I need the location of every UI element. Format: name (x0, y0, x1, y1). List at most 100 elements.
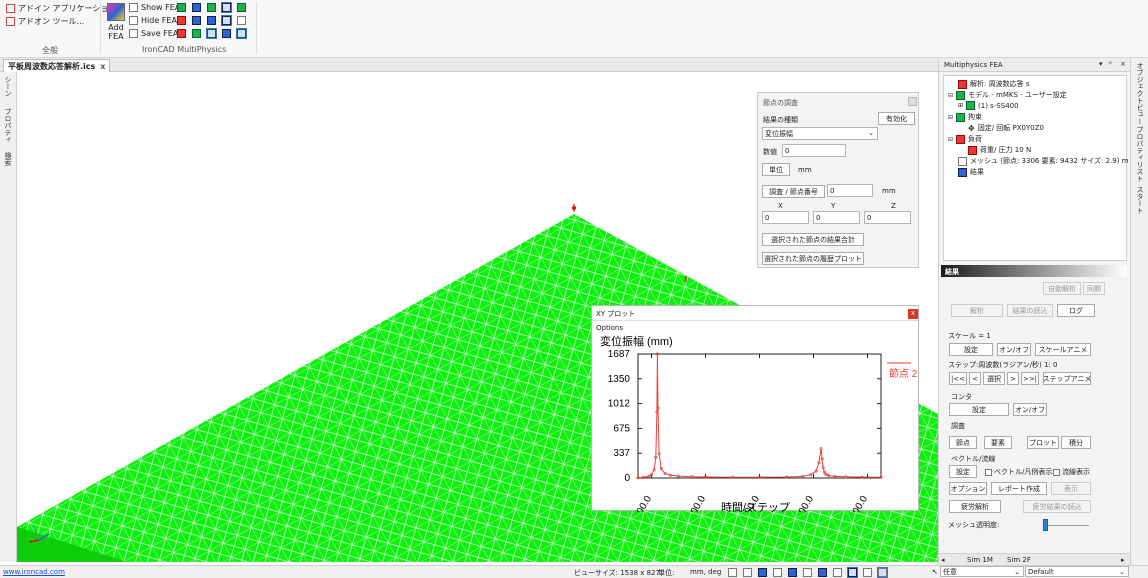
value-field[interactable]: 0 (782, 144, 846, 157)
scale-onoff-button[interactable]: オン/オフ (997, 343, 1031, 356)
auto-analysis-button[interactable]: 自動解析 (1043, 282, 1081, 295)
load-icon[interactable] (237, 3, 246, 12)
shell-icon[interactable] (206, 28, 217, 39)
zoom-window-icon[interactable] (743, 568, 752, 577)
tab-sim1[interactable]: Sim 1M (967, 556, 993, 564)
addon-tool-button[interactable]: アドオン ツール... (6, 16, 84, 27)
render-icon[interactable] (788, 568, 797, 577)
cube-icon[interactable] (207, 16, 216, 25)
tree-item-result[interactable]: 結果 (958, 167, 984, 177)
report-button[interactable]: レポート作成 (991, 482, 1047, 495)
probe-integral-button[interactable]: 積分 (1061, 436, 1091, 449)
constraint-icon[interactable] (207, 3, 216, 12)
view-orient-icon[interactable] (758, 568, 767, 577)
step-animation-button[interactable]: ステップアニメ (1043, 372, 1091, 385)
contour-settings-button[interactable]: 設定 (949, 403, 1009, 416)
selection-mode-select[interactable]: 任意 ⌄ (940, 566, 1024, 577)
panel-dropdown-icon[interactable]: ▾ (1099, 60, 1103, 68)
sync-button[interactable]: 同期 (1083, 282, 1105, 295)
document-tab[interactable]: 平板周波数応答解析.ics x (3, 59, 111, 72)
step-prev-button[interactable]: < (969, 372, 981, 385)
scale-settings-button[interactable]: 設定 (949, 343, 993, 356)
property-tab[interactable]: プロパティ (3, 108, 13, 143)
tree-item-mesh[interactable]: メッシュ (節点: 3306 要素: 9432 サイズ: 2.9) m (958, 156, 1128, 166)
hide-fea-button[interactable]: Hide FEA (129, 16, 177, 25)
body-icon[interactable] (192, 29, 201, 38)
view-icon[interactable] (192, 16, 201, 25)
scene-tab[interactable]: シーン (3, 76, 13, 97)
step-first-button[interactable]: |<< (949, 372, 967, 385)
slider-thumb[interactable] (1043, 519, 1048, 531)
website-link[interactable]: www.ironcad.com (3, 568, 65, 576)
search-tab[interactable]: 検索 (3, 152, 13, 166)
vector-settings-button[interactable]: 設定 (949, 465, 977, 478)
y-field[interactable]: 0 (813, 211, 860, 224)
object-view-tab[interactable]: オブジェクトビュー (1135, 62, 1145, 125)
probe-element-button[interactable]: 要素 (984, 436, 1012, 449)
unit-button[interactable]: 単位 (762, 163, 790, 176)
select-icon[interactable] (877, 567, 888, 578)
options-menu[interactable]: Options (596, 324, 623, 332)
result-icon[interactable] (221, 2, 232, 13)
step-select-button[interactable]: 選択 (983, 372, 1005, 385)
window-icon[interactable] (237, 16, 246, 25)
tab-sim2[interactable]: Sim 2F (1007, 556, 1031, 564)
display-mode-icon[interactable] (847, 567, 858, 578)
x-field[interactable]: 0 (762, 211, 809, 224)
probe-plot-button[interactable]: プロット (1027, 436, 1059, 449)
close-panel-icon[interactable] (908, 97, 917, 106)
node-icon[interactable] (221, 15, 232, 26)
sum-selected-nodes-button[interactable]: 選択された節点の結果合計 (762, 233, 864, 246)
analysis-button[interactable]: 解析 (951, 304, 1003, 317)
property-list-tab[interactable]: プロパティリスト (1135, 126, 1145, 182)
node-number-field[interactable]: 0 (827, 184, 873, 197)
measure-icon[interactable] (863, 568, 872, 577)
display-button[interactable]: 表示 (1051, 482, 1091, 495)
start-tab[interactable]: スタート (1135, 186, 1145, 214)
shading-icon[interactable] (833, 568, 842, 577)
vector-legend-checkbox[interactable]: ベクトル/凡例表示 (985, 467, 1052, 477)
load-results-button[interactable]: 結果の読込 (1007, 304, 1053, 317)
show-fea-button[interactable]: Show FEA (129, 3, 180, 12)
streamline-checkbox[interactable]: 流線表示 (1053, 467, 1090, 477)
scale-animation-button[interactable]: スケールアニメ (1035, 343, 1091, 356)
hide-part-icon[interactable] (177, 16, 186, 25)
scroll-right-icon[interactable]: ▸ (1121, 556, 1125, 564)
result-type-select[interactable]: 変位振幅 ⌄ (762, 127, 878, 140)
enable-button[interactable]: 有効化 (878, 112, 915, 125)
light-icon[interactable] (803, 568, 812, 577)
delete-icon[interactable] (177, 29, 186, 38)
pin-icon[interactable]: ᵖ (1109, 60, 1112, 68)
step-last-button[interactable]: >>| (1021, 372, 1039, 385)
fatigue-load-button[interactable]: 疲労結果の読込 (1023, 500, 1091, 513)
tree-item-pressure[interactable]: 荷重/ 圧力 10 N (968, 145, 1031, 155)
tree-item-fixed[interactable]: ✥ 固定/ 回転 PX0Y0Z0 (968, 123, 1044, 133)
zoom-icon[interactable] (728, 568, 737, 577)
tree-item-model[interactable]: ⊟ モデル - mMKS - ユーザー設定 (948, 90, 1067, 100)
tree-item-load[interactable]: ⊟ 負荷 (948, 134, 982, 144)
tree-item-constraint[interactable]: ⊟ 拘束 (948, 112, 982, 122)
log-button[interactable]: ログ (1057, 304, 1095, 317)
save-fea-button[interactable]: Save FEA (129, 29, 178, 38)
fatigue-analysis-button[interactable]: 疲労解析 (949, 500, 1001, 513)
add-fea-button[interactable]: Add FEA (104, 3, 128, 41)
mesh-display-icon[interactable] (236, 28, 247, 39)
mesh-icon[interactable] (177, 3, 186, 12)
options-button[interactable]: オプション (949, 482, 987, 495)
tree-item-analysis[interactable]: 解析: 周波数応答 s (958, 79, 1029, 89)
step-next-button[interactable]: > (1007, 372, 1019, 385)
probe-icon[interactable] (222, 29, 231, 38)
history-plot-button[interactable]: 選択された節点の履歴プロット (762, 252, 864, 265)
part-icon[interactable] (192, 3, 201, 12)
scroll-left-icon[interactable]: ◂ (941, 556, 945, 564)
z-field[interactable]: 0 (864, 211, 911, 224)
contour-onoff-button[interactable]: オン/オフ (1013, 403, 1047, 416)
close-icon[interactable]: x (908, 309, 918, 319)
mesh-transparency-slider[interactable] (1043, 525, 1089, 526)
close-tab-icon[interactable]: x (100, 62, 105, 71)
close-icon[interactable]: × (1120, 60, 1126, 68)
tree-item-material[interactable]: ⊞ (1) s-SS400 (958, 101, 1019, 110)
pan-icon[interactable] (773, 568, 782, 577)
section-icon[interactable] (818, 568, 827, 577)
scheme-select[interactable]: Default ⌄ (1025, 566, 1129, 577)
